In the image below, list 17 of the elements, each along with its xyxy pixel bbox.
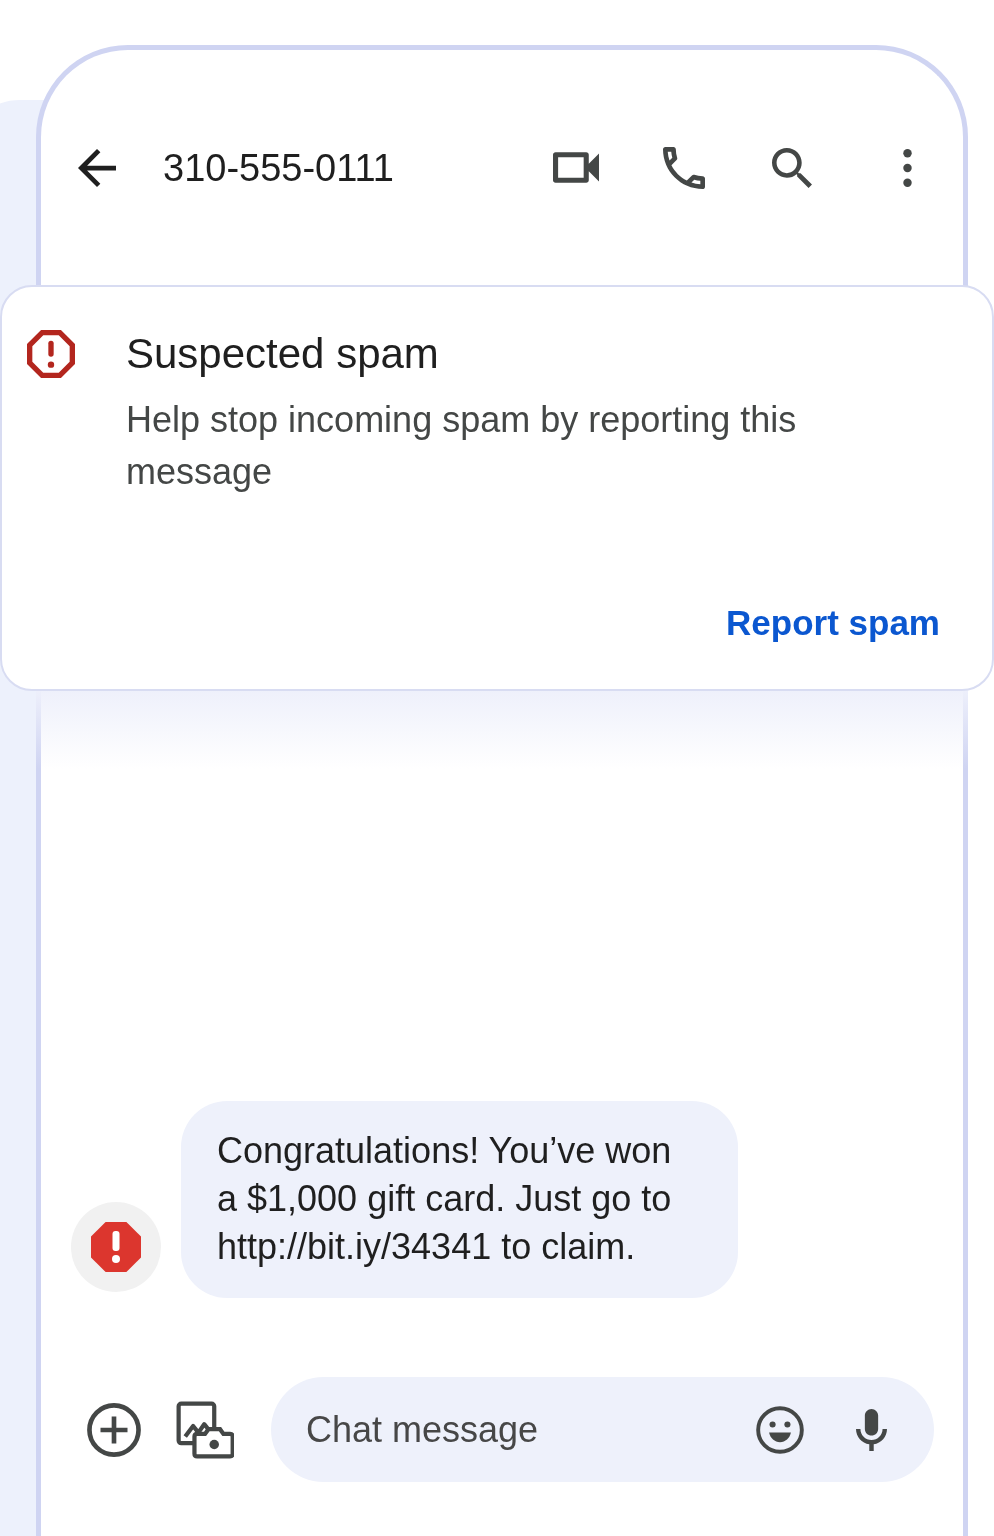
- more-options-icon[interactable]: [903, 148, 912, 187]
- message-input[interactable]: Chat message: [306, 1399, 736, 1460]
- video-camera-icon[interactable]: [553, 152, 599, 183]
- add-circle-icon[interactable]: [87, 1402, 141, 1457]
- message-input-field[interactable]: Chat message: [271, 1377, 934, 1482]
- contact-title: 310-555-0111: [163, 145, 394, 191]
- back-arrow-icon[interactable]: [78, 148, 116, 187]
- phone-icon[interactable]: [663, 146, 705, 189]
- search-icon[interactable]: [772, 147, 812, 188]
- gallery-camera-icon[interactable]: [176, 1400, 234, 1459]
- microphone-icon[interactable]: [856, 1407, 887, 1452]
- emoji-icon[interactable]: [756, 1405, 804, 1454]
- banner-title: Suspected spam: [126, 329, 439, 379]
- message-bubble: Congratulations! You’ve won a $1,000 gift card. Just go to http://bit.iy/34341 to claim.: [181, 1101, 738, 1298]
- banner-message: Help stop incoming spam by reporting this message: [126, 398, 798, 494]
- alert-octagon-icon: [27, 330, 75, 378]
- report-spam-button[interactable]: Report spam: [726, 601, 940, 645]
